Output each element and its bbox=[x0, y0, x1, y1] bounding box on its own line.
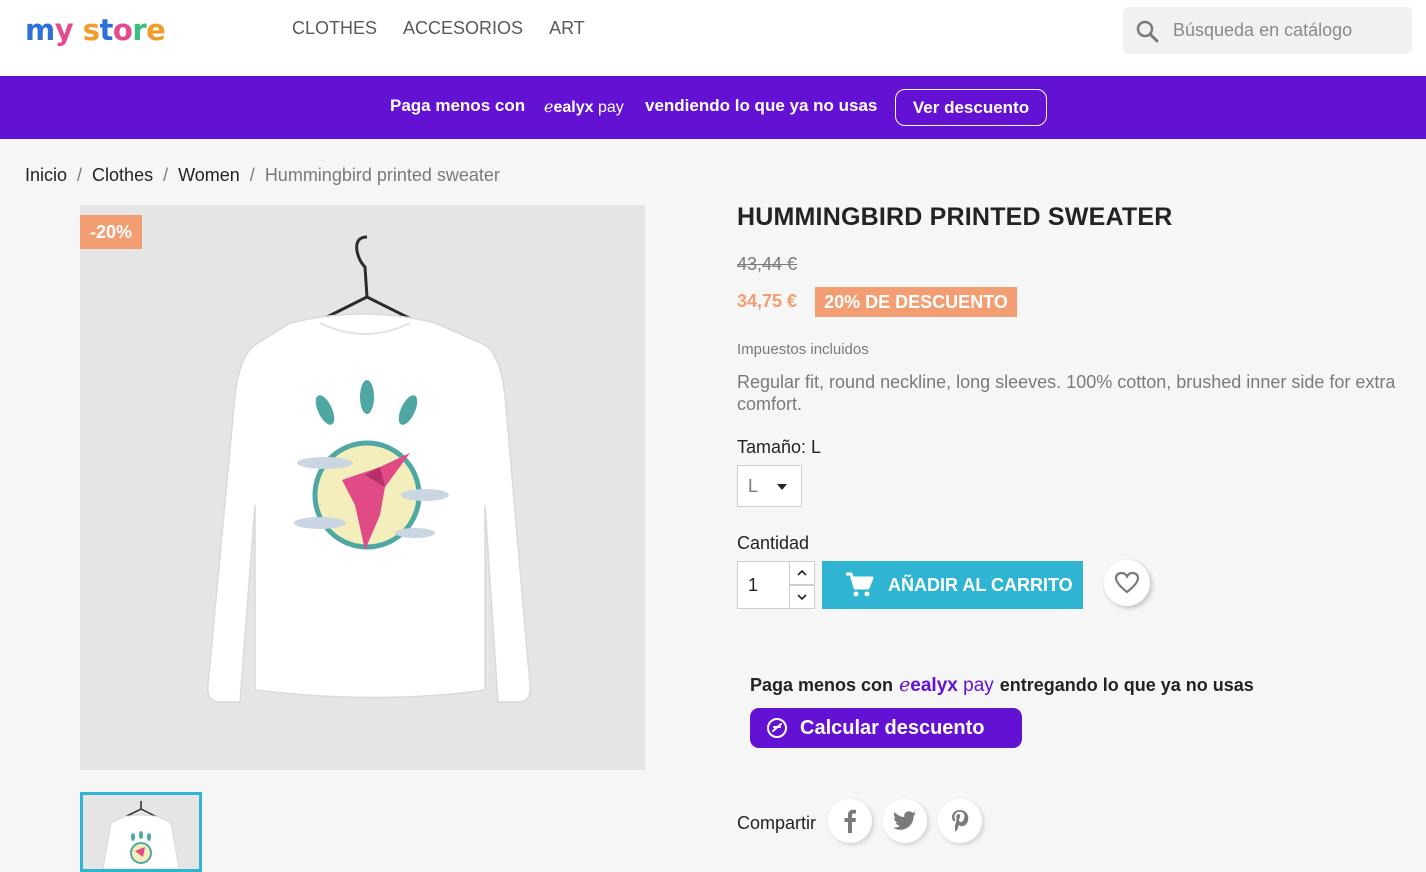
sweater-illustration bbox=[206, 235, 532, 703]
regular-price: 43,44 € bbox=[737, 254, 798, 274]
ealyx-promo-text: Paga menos con ℯealyx pay entregando lo … bbox=[750, 674, 1254, 697]
banner-text-after: vendiendo lo que ya no usas bbox=[645, 96, 878, 115]
wishlist-button[interactable] bbox=[1104, 560, 1150, 606]
calcular-descuento-button[interactable]: Calcular descuento bbox=[750, 708, 1022, 748]
add-to-cart-button[interactable]: AÑADIR AL CARRITO bbox=[822, 561, 1083, 609]
main-nav: CLOTHES ACCESORIOS ART bbox=[292, 16, 585, 40]
ealyx-e-icon: ℯ bbox=[899, 675, 911, 696]
size-select-value: L bbox=[748, 476, 759, 496]
quantity-increase-button[interactable] bbox=[789, 561, 815, 585]
breadcrumb-item-women[interactable]: Women bbox=[178, 165, 240, 186]
breadcrumb-separator: / bbox=[163, 165, 169, 185]
share-twitter-button[interactable] bbox=[883, 799, 927, 843]
ver-descuento-button[interactable]: Ver descuento bbox=[895, 89, 1047, 126]
breadcrumb-separator: / bbox=[77, 165, 83, 185]
breadcrumb-separator: / bbox=[249, 165, 255, 185]
search-box bbox=[1123, 7, 1412, 54]
size-label: Tamaño: L bbox=[737, 437, 822, 457]
shopping-cart-icon bbox=[846, 572, 874, 597]
quantity-label: Cantidad bbox=[737, 533, 810, 553]
ealyx-pay-logo: ℯealyx pay bbox=[899, 675, 994, 696]
search-input[interactable] bbox=[1173, 17, 1403, 43]
product-title: HUMMINGBIRD PRINTED SWEATER bbox=[737, 203, 1173, 231]
share-pinterest-button[interactable] bbox=[938, 799, 982, 843]
ealyx-pay-logo: ℯealyx pay bbox=[544, 99, 624, 116]
chevron-down-icon bbox=[797, 594, 807, 601]
breadcrumb-current: Hummingbird printed sweater bbox=[264, 165, 500, 185]
chevron-up-icon bbox=[797, 569, 807, 576]
nav-item-accesorios[interactable]: ACCESORIOS bbox=[403, 16, 523, 40]
breadcrumb-item-clothes[interactable]: Clothes bbox=[92, 165, 153, 186]
ealyx-text-before: Paga menos con bbox=[750, 675, 894, 695]
product-main-image[interactable] bbox=[80, 205, 645, 770]
caret-down-icon bbox=[777, 484, 787, 490]
quantity-decrease-button[interactable] bbox=[789, 585, 815, 609]
nav-item-art[interactable]: ART bbox=[549, 16, 585, 40]
discount-flag: -20% bbox=[80, 215, 142, 249]
promo-banner: Paga menos con ℯealyx pay vendiendo lo q… bbox=[0, 76, 1426, 139]
heart-icon bbox=[1114, 571, 1140, 594]
tax-note: Impuestos incluidos bbox=[737, 341, 869, 358]
store-logo[interactable]: my store bbox=[25, 10, 166, 50]
ealyx-icon bbox=[767, 718, 787, 738]
current-price: 34,75 € bbox=[737, 291, 798, 311]
size-select[interactable]: L bbox=[737, 465, 802, 507]
search-icon[interactable] bbox=[1135, 19, 1159, 43]
banner-text-before: Paga menos con bbox=[390, 96, 526, 115]
add-to-cart-label: AÑADIR AL CARRITO bbox=[888, 574, 1073, 595]
discount-badge: 20% DE DESCUENTO bbox=[815, 287, 1017, 317]
site-header: my store CLOTHES ACCESORIOS ART bbox=[0, 0, 1426, 76]
breadcrumb: Inicio / Clothes / Women / Hummingbird p… bbox=[25, 165, 500, 186]
twitter-icon bbox=[893, 811, 916, 830]
nav-item-clothes[interactable]: CLOTHES bbox=[292, 16, 377, 40]
pinterest-icon bbox=[952, 810, 969, 832]
product-description: Regular fit, round neckline, long sleeve… bbox=[737, 372, 1396, 414]
share-label: Compartir bbox=[737, 813, 817, 833]
calcular-descuento-label: Calcular descuento bbox=[800, 716, 985, 739]
facebook-icon bbox=[844, 809, 856, 833]
thumbnail-illustration bbox=[102, 801, 180, 869]
quantity-input[interactable] bbox=[737, 561, 790, 609]
ealyx-text-after: entregando lo que ya no usas bbox=[999, 675, 1254, 695]
share-facebook-button[interactable] bbox=[828, 799, 872, 843]
product-thumbnail[interactable] bbox=[80, 792, 202, 872]
breadcrumb-item-inicio[interactable]: Inicio bbox=[25, 165, 67, 186]
